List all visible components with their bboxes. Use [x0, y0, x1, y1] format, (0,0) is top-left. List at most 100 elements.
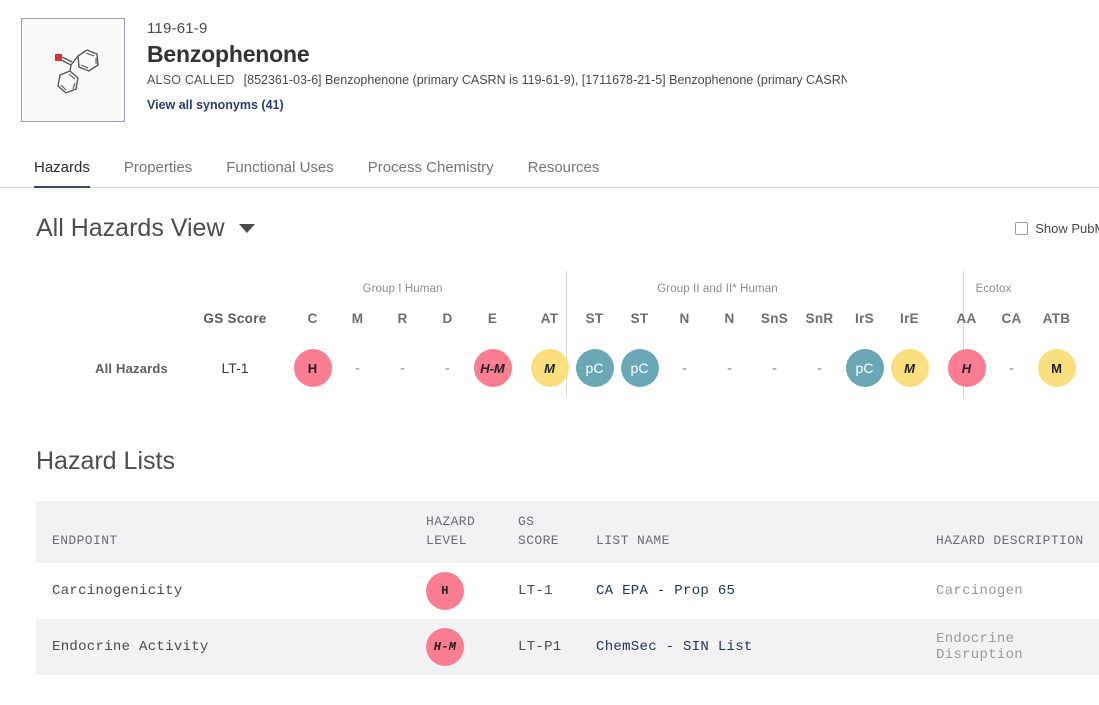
badge-irs[interactable]: pC	[845, 349, 884, 387]
cell-at[interactable]: M	[527, 349, 572, 387]
structure-thumbnail[interactable]	[21, 18, 125, 122]
cell-st1[interactable]: pC	[572, 349, 617, 387]
header-list-name[interactable]: LIST NAME	[596, 501, 936, 563]
header-hazard-description[interactable]: HAZARD DESCRIPTION	[936, 501, 1099, 563]
header-gs-score-line1: GS	[518, 514, 535, 530]
header-gs-score[interactable]: GS SCORE	[518, 501, 596, 563]
chemical-info: 119-61-9 Benzophenone ALSO CALLED [852361…	[147, 18, 847, 122]
row-list-name[interactable]: ChemSec - SIN List	[596, 619, 936, 675]
cell-d: -	[445, 359, 450, 377]
show-pubmed-label: Show PubMed I	[1035, 221, 1099, 236]
checkbox-unchecked-icon[interactable]	[1015, 222, 1029, 235]
chemical-hazard-page: 119-61-9 Benzophenone ALSO CALLED [852361…	[0, 0, 1099, 705]
chemical-header: 119-61-9 Benzophenone ALSO CALLED [852361…	[0, 0, 1099, 122]
badge-st2[interactable]: pC	[620, 349, 659, 387]
cell-c[interactable]: H	[290, 349, 335, 387]
badge-ire[interactable]: M	[890, 349, 929, 387]
col-header-n2[interactable]: N	[707, 311, 752, 326]
tab-hazards[interactable]: Hazards	[34, 159, 107, 188]
table-row[interactable]: Endocrine Activity H-M LT-P1 ChemSec - S…	[36, 619, 1099, 675]
header-gs-score-line2: SCORE	[518, 533, 560, 549]
gs-score-header: GS Score	[203, 310, 267, 326]
header-endpoint[interactable]: ENDPOINT	[36, 501, 426, 563]
row-list-name[interactable]: CA EPA - Prop 65	[596, 563, 936, 619]
col-header-ca[interactable]: CA	[989, 311, 1034, 326]
col-header-e[interactable]: E	[470, 311, 515, 326]
header-hazard-level[interactable]: HAZARD LEVEL	[426, 501, 518, 563]
table-row[interactable]: Carcinogenicity H LT-1 CA EPA - Prop 65 …	[36, 563, 1099, 619]
oxygen-atom-icon	[55, 54, 62, 61]
tab-functional-uses[interactable]: Functional Uses	[209, 159, 351, 187]
row-hazard-level[interactable]: H	[426, 563, 518, 619]
row-hazard-level[interactable]: H-M	[426, 619, 518, 675]
hazard-matrix-inner: Group I Human Group II and II* Human Eco…	[0, 271, 1099, 401]
hazard-lists-thead: ENDPOINT HAZARD LEVEL GS SCORE LIST NAME…	[36, 501, 1099, 563]
show-pubmed-checkbox[interactable]: Show PubMed I	[1015, 221, 1099, 236]
cell-m: -	[355, 359, 360, 377]
badge-c[interactable]: H	[293, 349, 332, 387]
col-header-st2[interactable]: ST	[617, 311, 662, 326]
main-tabs: Hazards Properties Functional Uses Proce…	[0, 146, 1099, 188]
badge-at[interactable]: M	[530, 349, 569, 387]
hazard-lists-title: Hazard Lists	[36, 447, 175, 475]
row-hazard-badge[interactable]: H	[426, 572, 464, 610]
col-header-atb[interactable]: ATB	[1034, 311, 1079, 326]
tab-process-chemistry[interactable]: Process Chemistry	[351, 159, 511, 187]
view-all-synonyms-link[interactable]: View all synonyms (41)	[147, 98, 284, 112]
chemical-name: Benzophenone	[147, 41, 310, 67]
chevron-down-icon	[238, 224, 255, 233]
hazard-lists-tbody: Carcinogenicity H LT-1 CA EPA - Prop 65 …	[36, 563, 1099, 675]
row-gs-score: LT-1	[518, 583, 553, 599]
cell-e[interactable]: H-M	[470, 349, 515, 387]
matrix-group-header-row: Group I Human Group II and II* Human Eco…	[0, 271, 1099, 301]
row-gs-score: LT-P1	[518, 639, 562, 655]
cell-sns: -	[772, 359, 777, 377]
also-called-row: ALSO CALLED [852361-03-6] Benzophenone (p…	[147, 73, 847, 87]
row-hazard-description: Endocrine Disruption	[936, 631, 1024, 663]
row-endpoint: Carcinogenicity	[52, 583, 183, 599]
cell-r: -	[400, 359, 405, 377]
badge-e[interactable]: H-M	[473, 349, 512, 387]
col-header-r[interactable]: R	[380, 311, 425, 326]
tab-properties[interactable]: Properties	[107, 159, 209, 187]
col-header-ire[interactable]: IrE	[887, 311, 932, 326]
also-called-label: ALSO CALLED	[147, 73, 235, 87]
all-hazards-view-selector[interactable]: All Hazards View	[36, 214, 255, 243]
cell-snr: -	[817, 359, 822, 377]
col-header-aa[interactable]: AA	[944, 311, 989, 326]
cell-aa[interactable]: H	[944, 349, 989, 387]
col-header-irs[interactable]: IrS	[842, 311, 887, 326]
cell-n2: -	[727, 359, 732, 377]
matrix-column-header-row: GS Score C M R D E AT ST ST N N SnS SnR …	[0, 301, 1099, 335]
row-endpoint: Endocrine Activity	[52, 639, 209, 655]
badge-aa[interactable]: H	[947, 349, 986, 387]
hazard-lists-header-row: ENDPOINT HAZARD LEVEL GS SCORE LIST NAME…	[36, 501, 1099, 563]
col-header-d[interactable]: D	[425, 311, 470, 326]
col-header-st1[interactable]: ST	[572, 311, 617, 326]
matrix-gs-score-value: LT-1	[221, 360, 249, 376]
cell-irs[interactable]: pC	[842, 349, 887, 387]
col-header-c[interactable]: C	[290, 311, 335, 326]
header-hazard-level-line1: HAZARD	[426, 514, 476, 530]
badge-st1[interactable]: pC	[575, 349, 614, 387]
hazard-matrix: Group I Human Group II and II* Human Eco…	[0, 271, 1099, 401]
matrix-data-row-all-hazards: All Hazards LT-1 H - - - H-M M pC pC - -…	[0, 335, 1099, 401]
group-title-group-i-human: Group I Human	[362, 283, 443, 295]
badge-atb[interactable]: M	[1037, 349, 1076, 387]
also-called-text: [852361-03-6] Benzophenone (primary CASR…	[243, 73, 847, 87]
benzophenone-structure-icon	[55, 49, 99, 94]
row-hazard-badge[interactable]: H-M	[426, 628, 464, 666]
cell-ire[interactable]: M	[887, 349, 932, 387]
col-header-m[interactable]: M	[335, 311, 380, 326]
casrn-number: 119-61-9	[147, 20, 208, 37]
cell-atb[interactable]: M	[1034, 349, 1079, 387]
hazards-view-controls: All Hazards View Show PubMed I	[0, 188, 1099, 243]
col-header-at[interactable]: AT	[527, 311, 572, 326]
group-title-ecotox: Ecotox	[975, 283, 1012, 295]
tab-resources[interactable]: Resources	[511, 159, 617, 187]
col-header-n1[interactable]: N	[662, 311, 707, 326]
col-header-snr[interactable]: SnR	[797, 311, 842, 326]
row-hazard-description: Carcinogen	[936, 583, 1024, 599]
col-header-sns[interactable]: SnS	[752, 311, 797, 326]
cell-st2[interactable]: pC	[617, 349, 662, 387]
